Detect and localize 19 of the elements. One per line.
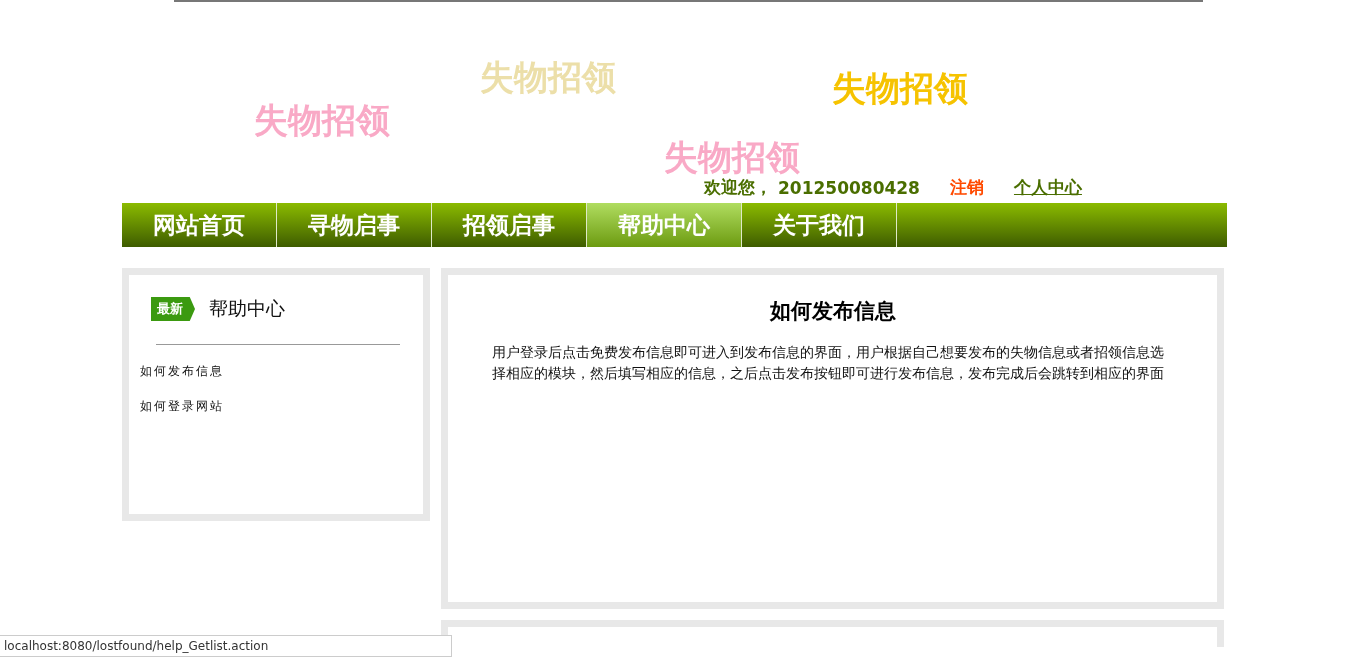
status-bar-url: localhost:8080/lostfound/help_Getlist.action <box>0 635 452 657</box>
article-body: 用户登录后点击免费发布信息即可进入到发布信息的界面，用户根据自己想要发布的失物信息或者招领信息选择相应的模块，然后填写相应的信息，之后点击发布按钮即可进行发布信息，发布完成后会跳转到相应的界面 <box>492 343 1165 383</box>
profile-link[interactable]: 个人中心 <box>1013 176 1082 199</box>
user-id: 201250080428 <box>778 177 920 198</box>
article-title: 如何发布信息 <box>768 298 897 325</box>
nav-tab[interactable]: 寻物启事 <box>277 203 432 247</box>
welcome-text: 欢迎您， <box>704 176 772 199</box>
banner-slogan: 失物招领 <box>254 99 390 142</box>
sidebar-title: 帮助中心 <box>209 296 285 321</box>
banner-slogan: 失物招领 <box>664 136 800 178</box>
banner-slogan: 失物招领 <box>832 67 968 110</box>
nav-tab[interactable]: 网站首页 <box>122 203 277 247</box>
logout-link[interactable]: 注销 <box>949 176 984 199</box>
sidebar-link[interactable]: 如何登录网站 <box>140 398 224 415</box>
nav-tab[interactable]: 帮助中心 <box>587 203 742 247</box>
new-badge: 最新 <box>151 297 195 321</box>
banner-slogan: 失物招领 <box>480 56 616 99</box>
sidebar-link[interactable]: 如何发布信息 <box>140 363 224 380</box>
nav-tab[interactable]: 关于我们 <box>742 203 897 247</box>
